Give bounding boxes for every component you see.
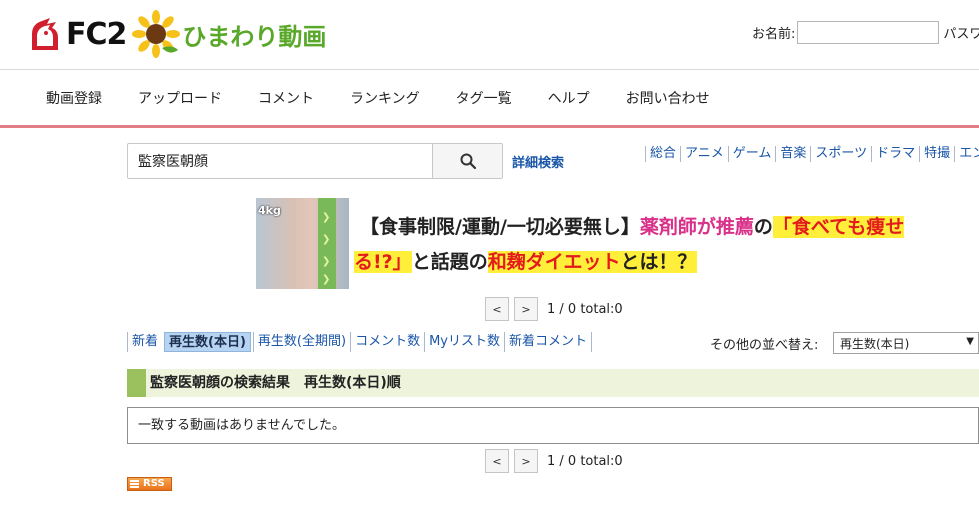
login-form: お名前: パスワ [752, 21, 979, 44]
search-box [127, 143, 503, 179]
sort-tab-views-all-time[interactable]: 再生数(全期間) [252, 332, 350, 352]
nav-item-ranking[interactable]: ランキング [350, 88, 420, 108]
advanced-search-link[interactable]: 詳細検索 [512, 152, 564, 171]
next-page-button[interactable]: > [514, 449, 538, 473]
results-heading: 監察医朝顔の検索結果 再生数(本日)順 [127, 369, 979, 397]
search-icon [460, 153, 476, 169]
chevron-right-icon: ❯ [322, 274, 331, 285]
category-link-game[interactable]: ゲーム [727, 146, 776, 162]
site-header: FC2 ひまわり動画 お名前: パスワ [0, 0, 979, 70]
rss-button[interactable]: RSS [127, 477, 172, 491]
nav-item-tag-list[interactable]: タグ一覧 [456, 88, 512, 108]
login-name-input[interactable] [797, 21, 940, 44]
ad-text-highlight: 「食べても痩せ [772, 216, 905, 238]
category-link-sports[interactable]: スポーツ [810, 146, 871, 162]
results-empty-message: 一致する動画はありませんでした。 [127, 407, 979, 444]
category-link-tokusatsu[interactable]: 特撮 [919, 146, 954, 162]
pager-bottom: < > 1 / 0 total:0 [485, 449, 623, 473]
rss-label: RSS [143, 478, 165, 489]
search-button[interactable] [432, 144, 502, 178]
nav-item-upload[interactable]: アップロード [138, 88, 222, 108]
category-link-entertainment[interactable]: エンタ [954, 146, 979, 162]
ad-text: と話題の [411, 251, 488, 273]
unicorn-logo-icon [32, 18, 58, 50]
rss-icon [130, 480, 139, 488]
sort-select-value: 再生数(本日) [840, 336, 910, 351]
category-link-drama[interactable]: ドラマ [871, 146, 919, 162]
logo-fc2-text: FC2 [66, 16, 127, 52]
sunflower-icon [132, 10, 181, 58]
chevron-right-icon: ❯ [322, 212, 331, 223]
ad-text: 【食事制限/運動/一切必要無し】 [360, 216, 640, 238]
ad-kg-label: 4kg [258, 204, 281, 217]
category-link-music[interactable]: 音楽 [775, 146, 810, 162]
nav-item-upload-register[interactable]: 動画登録 [46, 88, 102, 108]
dropdown-caret-icon: ▼ [966, 336, 974, 347]
pager-top: < > 1 / 0 total:0 [485, 297, 623, 321]
sort-tabs: 新着 再生数(本日) 再生数(全期間) コメント数 Myリスト数 新着コメント [127, 332, 593, 352]
ad-headline-line1: 【食事制限/運動/一切必要無し】薬剤師が推薦の「食べても痩せ [360, 212, 905, 239]
ad-text: とは！？ [620, 251, 697, 273]
nav-item-contact[interactable]: お問い合わせ [626, 88, 710, 108]
prev-page-button[interactable]: < [485, 297, 509, 321]
sort-tab-views-today[interactable]: 再生数(本日) [164, 332, 251, 352]
prev-page-button[interactable]: < [485, 449, 509, 473]
chevron-right-icon: ❯ [322, 256, 331, 267]
ad-headline-line2: る!?」と話題の和麹ダイエットとは！？ [354, 247, 697, 274]
chevron-right-icon: ❯ [322, 234, 331, 245]
search-input[interactable] [128, 144, 432, 178]
ad-text-highlight: 和麹ダイエット [487, 251, 621, 273]
ad-banner-image: 4kg ❯ ❯ ❯ ❯ [256, 198, 349, 289]
site-logo[interactable]: FC2 ひまわり動画 [28, 10, 326, 58]
main-nav: 動画登録 アップロード コメント ランキング タグ一覧 ヘルプ お問い合わせ [0, 70, 979, 128]
nav-item-comment[interactable]: コメント [258, 88, 314, 108]
login-name-label: お名前: [752, 27, 796, 42]
sort-tab-comment-count[interactable]: コメント数 [350, 332, 424, 352]
ad-banner[interactable]: 4kg ❯ ❯ ❯ ❯ 【食事制限/運動/一切必要無し】薬剤師が推薦の「食べても… [256, 198, 979, 289]
other-sort-label: その他の並べ替え: [710, 338, 819, 353]
category-link-anime[interactable]: アニメ [680, 146, 728, 162]
logo-himawari-text: ひまわり動画 [182, 22, 327, 51]
sort-tab-newest[interactable]: 新着 [127, 332, 162, 352]
nav-item-help[interactable]: ヘルプ [548, 88, 590, 108]
sort-select[interactable]: 再生数(本日) ▼ [833, 332, 979, 354]
ad-text: の [753, 216, 773, 238]
sort-tab-mylist-count[interactable]: Myリスト数 [424, 332, 504, 352]
ad-text-highlight: 薬剤師が推薦 [639, 216, 754, 238]
page-status: 1 / 0 total:0 [547, 453, 623, 469]
category-links: 総合 アニメ ゲーム 音楽 スポーツ ドラマ 特撮 エンタ [645, 146, 979, 162]
next-page-button[interactable]: > [514, 297, 538, 321]
page-status: 1 / 0 total:0 [547, 301, 623, 317]
login-password-label: パスワ [943, 27, 979, 42]
sort-tab-new-comments[interactable]: 新着コメント [504, 332, 593, 352]
category-link-all[interactable]: 総合 [645, 146, 680, 162]
ad-text-highlight: る!?」 [354, 251, 412, 273]
